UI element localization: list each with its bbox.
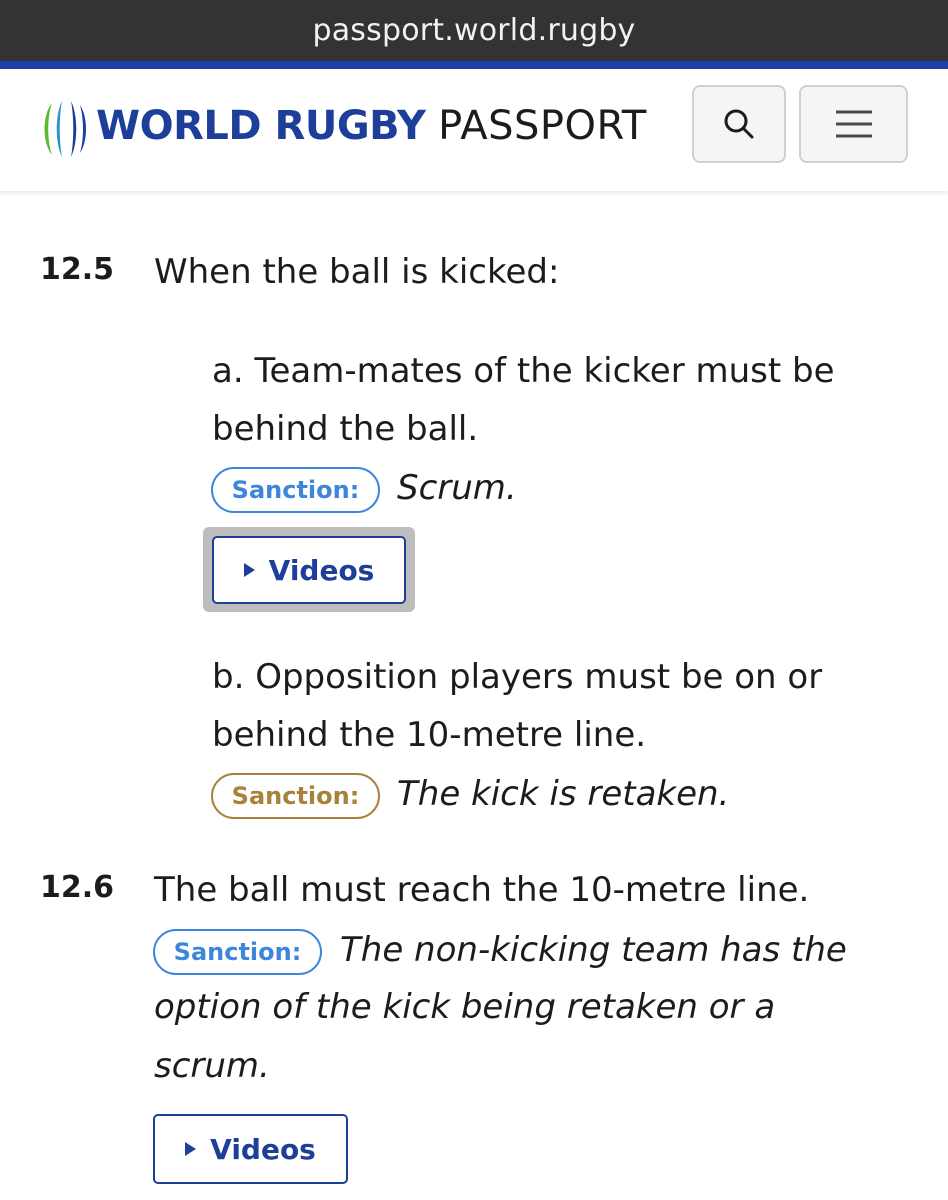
law-heading-12-6: The ball must reach the 10-metre line. bbox=[154, 870, 810, 910]
law-number-12-5: 12.5 bbox=[40, 252, 115, 287]
wordmark-passport: PASSPORT bbox=[438, 103, 647, 149]
hamburger-menu-icon bbox=[835, 110, 872, 138]
brand-accent-line bbox=[0, 61, 948, 69]
sanction-badge[interactable]: Sanction: bbox=[153, 929, 322, 975]
law-12-5-a-line1: a. Team-mates of the kicker must be bbox=[212, 351, 835, 391]
law-12-5-b-line1: b. Opposition players must be on or bbox=[212, 657, 823, 697]
sanction-text-12-6-line1: The non-kicking team has the bbox=[340, 930, 847, 970]
wordmark-world-rugby: WORLD RUGBY bbox=[96, 103, 426, 149]
videos-button[interactable]: Videos bbox=[153, 1114, 348, 1184]
sanction-badge[interactable]: Sanction: bbox=[211, 467, 380, 513]
videos-label: Videos bbox=[268, 553, 375, 587]
sanction-text-12-5-a: Scrum. bbox=[397, 468, 517, 508]
play-icon bbox=[243, 563, 255, 577]
search-button[interactable] bbox=[692, 85, 786, 163]
sanction-badge[interactable]: Sanction: bbox=[211, 773, 380, 819]
url-text[interactable]: passport.world.rugby bbox=[312, 13, 635, 48]
menu-button[interactable] bbox=[799, 85, 908, 163]
law-12-5-b-line2: behind the 10-metre line. bbox=[212, 715, 647, 755]
law-number-12-6: 12.6 bbox=[40, 870, 115, 905]
world-rugby-logo-icon[interactable] bbox=[38, 97, 88, 161]
browser-url-bar[interactable]: passport.world.rugby bbox=[0, 0, 948, 61]
videos-button[interactable]: Videos bbox=[212, 536, 406, 604]
videos-label: Videos bbox=[210, 1132, 316, 1166]
play-icon bbox=[185, 1142, 197, 1156]
site-wordmark[interactable]: WORLD RUGBY PASSPORT bbox=[96, 99, 647, 153]
law-12-5-a-line2: behind the ball. bbox=[212, 409, 479, 449]
search-icon bbox=[724, 109, 754, 139]
sanction-text-12-6-line2: option of the kick being retaken or a bbox=[154, 987, 776, 1027]
site-header: WORLD RUGBY PASSPORT bbox=[0, 69, 948, 191]
sanction-text-12-5-b: The kick is retaken. bbox=[397, 774, 730, 814]
sanction-text-12-6-line3: scrum. bbox=[154, 1046, 270, 1086]
law-heading-12-5: When the ball is kicked: bbox=[154, 252, 560, 292]
